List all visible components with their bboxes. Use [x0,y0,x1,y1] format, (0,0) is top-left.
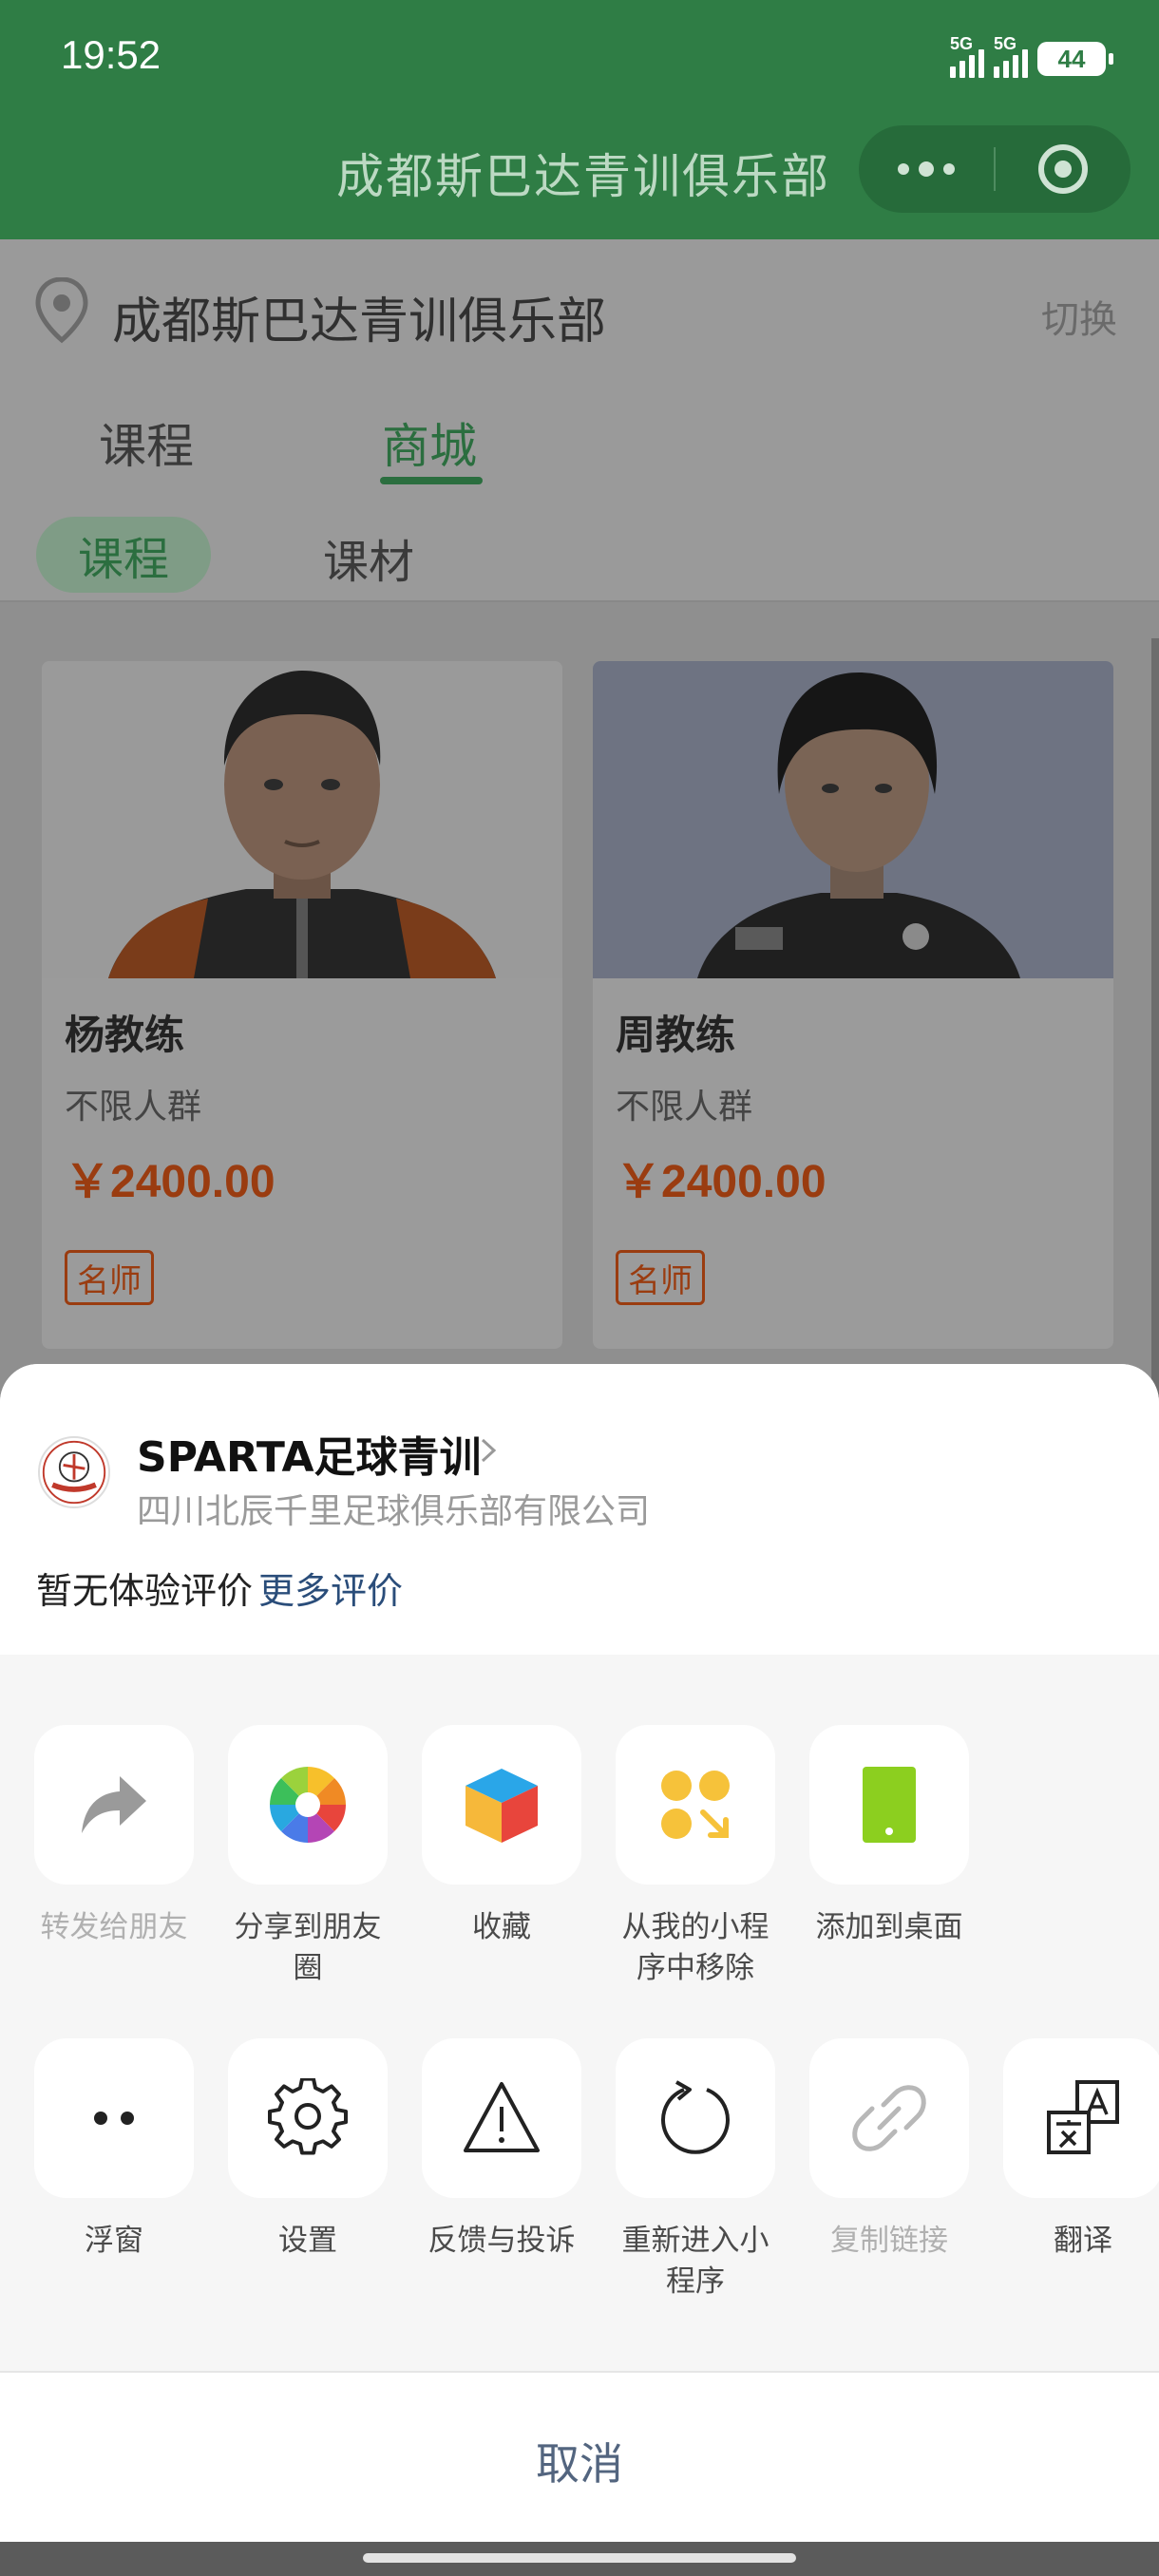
action-label: 收藏 [472,1910,531,1944]
forward-icon [82,1776,146,1833]
signal-icon: 5G [994,34,1028,78]
add-to-desktop-icon [863,1767,916,1843]
gear-icon [268,2078,348,2155]
battery-level: 44 [1057,44,1086,73]
action-label: 翻译 [1054,2224,1112,2258]
tab-bar: 课程 商城 [0,382,1159,496]
favorite-cube-icon [466,1769,538,1843]
sheet-header[interactable]: SPARTA足球青训 四川北辰千里足球俱乐部有限公司 暂无体验评价 更多评价 [0,1364,1159,1655]
coach-tag: 名师 [616,1250,705,1305]
tab-courses[interactable]: 课程 [99,408,194,477]
coach-tag: 名师 [65,1250,154,1305]
translate-icon [1047,2080,1119,2154]
product-card[interactable]: 周教练 不限人群 ￥2400.00 名师 [593,661,1113,1349]
warning-icon [464,2082,540,2152]
dot-icon [919,161,934,177]
action-favorite[interactable]: 收藏 [422,1725,581,1948]
action-add-to-desktop[interactable]: 添加到桌面 [809,1725,969,1948]
coach-name: 周教练 [616,1012,736,1058]
action-tile[interactable] [422,2038,581,2198]
link-icon [852,2085,926,2151]
status-time: 19:52 [61,32,162,77]
moments-icon [270,1767,346,1843]
action-sheet: SPARTA足球青训 四川北辰千里足球俱乐部有限公司 暂无体验评价 更多评价 转… [0,1364,1159,2542]
action-tile[interactable] [616,1725,775,1885]
action-label: 浮窗 [85,2224,143,2258]
capsule-menu [859,125,1130,213]
action-tile[interactable] [1003,2038,1159,2198]
main-content: 成都斯巴达青训俱乐部 切换 课程 商城 课程 课材 杨教练 不限人群 ￥2400… [0,239,1159,1493]
location-pin-icon [35,277,88,344]
more-reviews-link[interactable]: 更多评价 [258,1562,403,1614]
nav-title: 成都斯巴达青训俱乐部 [336,149,830,204]
action-label: 重新进入小 程序 [621,2224,770,2299]
action-tile[interactable] [34,2038,194,2198]
action-tile[interactable] [422,1725,581,1885]
coach-name: 杨教练 [65,1012,185,1058]
action-label: 分享到朋友圈 [234,1910,382,1985]
action-label: 添加到桌面 [815,1910,963,1944]
top-bar: 19:52 5G 5G 44 成都斯巴达青训俱乐部 [0,0,1159,239]
target-group: 不限人群 [616,1088,753,1127]
action-settings[interactable]: 设置 [228,2038,388,2262]
action-copy-link[interactable]: 复制链接 [809,2038,969,2262]
signal-icon: 5G [950,34,984,78]
home-indicator[interactable] [363,2553,796,2563]
product-card[interactable]: 杨教练 不限人群 ￥2400.00 名师 [42,661,562,1349]
subtab-materials[interactable]: 课材 [323,524,414,591]
more-button[interactable] [859,161,994,177]
action-label: 复制链接 [830,2224,948,2258]
dot-icon [898,163,909,175]
location-name: 成都斯巴达青训俱乐部 [112,294,607,350]
price: ￥2400.00 [616,1157,826,1207]
subtab-courses[interactable]: 课程 [36,517,211,593]
action-tile[interactable] [228,1725,388,1885]
location-row: 成都斯巴达青训俱乐部 切换 [0,239,1159,382]
action-tile[interactable] [34,1725,194,1885]
action-float-window[interactable]: 浮窗 [34,2038,194,2262]
action-tile[interactable] [809,1725,969,1885]
network-label: 5G [994,34,1017,53]
action-label: 设置 [278,2224,337,2258]
remove-miniprogram-icon [661,1771,730,1839]
action-label: 转发给朋友 [40,1910,188,1944]
chevron-right-icon [481,1438,497,1463]
tab-indicator [380,477,483,484]
dot-icon [943,163,955,175]
action-feedback[interactable]: 反馈与投诉 [422,2038,581,2262]
reload-icon [661,2080,730,2154]
action-translate[interactable]: 翻译 [1003,2038,1159,2262]
coach-photo [42,661,562,978]
price: ￥2400.00 [65,1157,276,1207]
page: 19:52 5G 5G 44 成都斯巴达青训俱乐部 成都斯巴达青训俱乐部 切换 … [0,0,1159,2576]
switch-location-button[interactable]: 切换 [1041,289,1117,344]
target-icon [1038,144,1088,194]
sparta-logo [38,1436,110,1508]
coach-photo [593,661,1113,978]
company-name: 四川北辰千里足球俱乐部有限公司 [137,1492,651,1531]
action-tile[interactable] [809,2038,969,2198]
float-window-icon [94,2112,134,2125]
cancel-bar: 取消 [0,2371,1159,2542]
action-remove-miniprogram[interactable]: 从我的小程 序中移除 [616,1725,775,1989]
cancel-button[interactable]: 取消 [0,2430,1159,2492]
sub-tab-bar: 课程 课材 [0,496,1159,602]
battery-icon: 44 [1037,42,1113,76]
gesture-bar [0,2542,1159,2576]
status-icons: 5G 5G 44 [950,34,1113,82]
app-name: SPARTA足球青训 [137,1433,482,1482]
action-label: 从我的小程 序中移除 [621,1910,770,1985]
action-label: 反馈与投诉 [428,2224,576,2258]
action-tile[interactable] [616,2038,775,2198]
network-label: 5G [950,34,974,53]
action-reenter[interactable]: 重新进入小 程序 [616,2038,775,2302]
review-status: 暂无体验评价 [36,1570,254,1612]
tab-mall[interactable]: 商城 [382,408,477,477]
target-group: 不限人群 [65,1088,202,1127]
close-miniprogram-button[interactable] [996,144,1130,194]
action-tile[interactable] [228,2038,388,2198]
action-share-moments[interactable]: 分享到朋友圈 [228,1725,388,1989]
action-forward[interactable]: 转发给朋友 [34,1725,194,1948]
